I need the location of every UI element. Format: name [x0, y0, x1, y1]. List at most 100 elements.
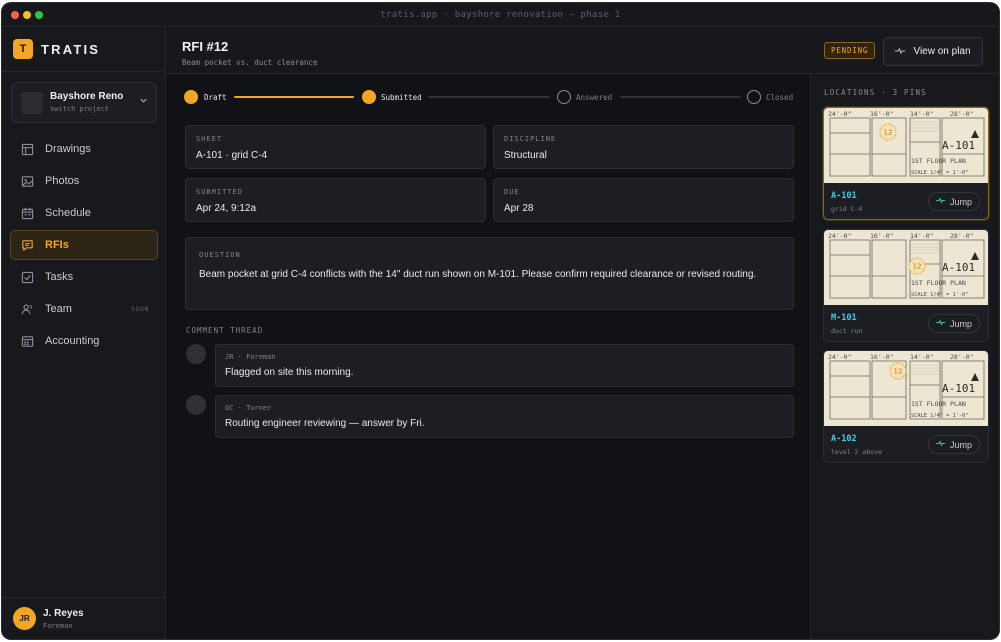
jump-button[interactable]: Jump [928, 192, 980, 211]
due-label: DUE [504, 188, 520, 196]
soon-badge: SOON [130, 305, 149, 313]
team-icon [21, 303, 34, 316]
sheet-code-text: A-101 [942, 139, 975, 152]
pin-line-icon [936, 197, 945, 206]
jump-button[interactable]: Jump [928, 435, 980, 454]
submitted-value: Apr 24, 9:12a [196, 203, 257, 214]
scale-text: SCALE 1/4" = 1'-0" [911, 413, 968, 419]
scale-text: SCALE 1/4" = 1'-0" [911, 170, 968, 176]
page-title: RFI #12 [182, 39, 229, 54]
step-draft-indicator [184, 90, 198, 104]
plan-thumbnail: 24'-0" 16'-0" 14'-0" 28'-0" A-101 1ST FL… [824, 108, 988, 183]
sidebar-nav: Drawings Photos Schedule RFIs Tasks Team… [10, 134, 158, 358]
question-text: Beam pocket at grid C-4 conflicts with t… [199, 269, 757, 280]
dimension-text: 14'-0" [910, 232, 933, 240]
window-title: tratis.app · bayshore renovation — phase… [380, 10, 621, 20]
sidebar-item-team[interactable]: Team SOON [10, 294, 158, 324]
dimension-text: 24'-0" [828, 232, 851, 240]
sheet-code-text: A-101 [942, 261, 975, 274]
locations-title: LOCATIONS · 3 PINS [824, 88, 927, 97]
user-role: Foreman [43, 622, 73, 630]
checkbox-icon [21, 271, 34, 284]
sidebar-item-label: Team [45, 303, 72, 315]
scale-text: SCALE 1/4" = 1'-0" [911, 292, 968, 298]
location-description: grid C-4 [831, 205, 863, 213]
jump-label: Jump [949, 196, 972, 207]
location-description: level 2 above [831, 448, 882, 456]
dimension-text: 16'-0" [870, 353, 893, 361]
sidebar-item-drawings[interactable]: Drawings [10, 134, 158, 164]
sidebar-item-accounting[interactable]: Accounting [10, 326, 158, 356]
plan-title-text: 1ST FLOOR PLAN [911, 157, 966, 165]
sheet-code-text: A-101 [942, 382, 975, 395]
project-switcher[interactable]: Bayshore Reno switch project [11, 82, 157, 123]
plan-thumbnail: 24'-0" 16'-0" 14'-0" 28'-0" A-101 1ST FL… [824, 230, 988, 305]
brand[interactable]: T TRATIS [13, 38, 100, 60]
step-submitted-indicator [362, 90, 376, 104]
step-connector [620, 96, 741, 98]
photos-icon [21, 175, 34, 188]
status-stepper: Draft Submitted Answered Closed [184, 89, 794, 105]
chat-icon [21, 239, 34, 252]
divider [2, 597, 165, 598]
discipline-card: DISCIPLINE Structural [493, 125, 794, 169]
pin-number: 12 [894, 368, 903, 376]
view-on-plan-button[interactable]: View on plan [883, 37, 983, 66]
pin-line-icon [895, 47, 906, 57]
sidebar-item-label: Drawings [45, 143, 91, 155]
sidebar-item-tasks[interactable]: Tasks [10, 262, 158, 292]
sidebar-item-photos[interactable]: Photos [10, 166, 158, 196]
comment-text: Routing engineer reviewing — answer by F… [225, 418, 425, 429]
location-description: duct run [831, 327, 863, 335]
step-closed-label: Closed [766, 93, 794, 102]
sidebar-item-rfis[interactable]: RFIs [10, 230, 158, 260]
location-card[interactable]: 24'-0" 16'-0" 14'-0" 28'-0" A-101 1ST FL… [823, 350, 989, 463]
chevron-down-icon [139, 96, 148, 108]
avatar[interactable]: JR [13, 607, 36, 630]
comment-text: Flagged on site this morning. [225, 367, 354, 378]
comment-author: GC · Turner [225, 404, 272, 412]
step-answered-label: Answered [576, 93, 613, 102]
sidebar-item-schedule[interactable]: Schedule [10, 198, 158, 228]
brand-logo: T [13, 39, 33, 59]
comment-item: GC · Turner Routing engineer reviewing —… [215, 395, 794, 438]
status-badge: PENDING [824, 42, 876, 59]
sheet-value: A-101 · grid C-4 [196, 150, 268, 161]
sheet-card: SHEET A-101 · grid C-4 [185, 125, 486, 169]
pin-line-icon [936, 440, 945, 449]
dimension-text: 14'-0" [910, 110, 933, 118]
jump-label: Jump [949, 439, 972, 450]
page-subtitle: Beam pocket vs. duct clearance [182, 58, 318, 67]
avatar [186, 344, 206, 364]
jump-button[interactable]: Jump [928, 314, 980, 333]
step-connector [234, 96, 354, 98]
plan-thumbnail: 24'-0" 16'-0" 14'-0" 28'-0" A-101 1ST FL… [824, 351, 988, 426]
sidebar-item-label: RFIs [45, 239, 69, 251]
location-card[interactable]: 24'-0" 16'-0" 14'-0" 28'-0" A-101 1ST FL… [823, 107, 989, 220]
due-value: Apr 28 [504, 203, 534, 214]
accounting-icon [21, 335, 34, 348]
dimension-text: 28'-0" [950, 232, 973, 240]
location-card[interactable]: 24'-0" 16'-0" 14'-0" 28'-0" A-101 1ST FL… [823, 229, 989, 342]
dimension-text: 16'-0" [870, 232, 893, 240]
step-draft-label: Draft [204, 93, 227, 102]
sidebar-item-label: Accounting [45, 335, 100, 347]
avatar [186, 395, 206, 415]
discipline-value: Structural [504, 150, 547, 161]
submitted-card: SUBMITTED Apr 24, 9:12a [185, 178, 486, 222]
main-content: Draft Submitted Answered Closed SHEET A-… [167, 74, 810, 639]
location-code: A-101 [831, 191, 857, 201]
plan-title-text: 1ST FLOOR PLAN [911, 400, 966, 408]
app-window: tratis.app · bayshore renovation — phase… [2, 3, 999, 639]
due-card: DUE Apr 28 [493, 178, 794, 222]
location-code: M-101 [831, 313, 857, 323]
plan-title-text: 1ST FLOOR PLAN [911, 279, 966, 287]
location-code: A-102 [831, 434, 857, 444]
comment-item: JR · Foreman Flagged on site this mornin… [215, 344, 794, 387]
sidebar-item-label: Photos [45, 175, 80, 187]
dimension-text: 28'-0" [950, 110, 973, 118]
step-submitted-label: Submitted [381, 93, 422, 102]
step-connector [428, 96, 550, 98]
step-closed-indicator [747, 90, 761, 104]
step-answered-indicator [557, 90, 571, 104]
